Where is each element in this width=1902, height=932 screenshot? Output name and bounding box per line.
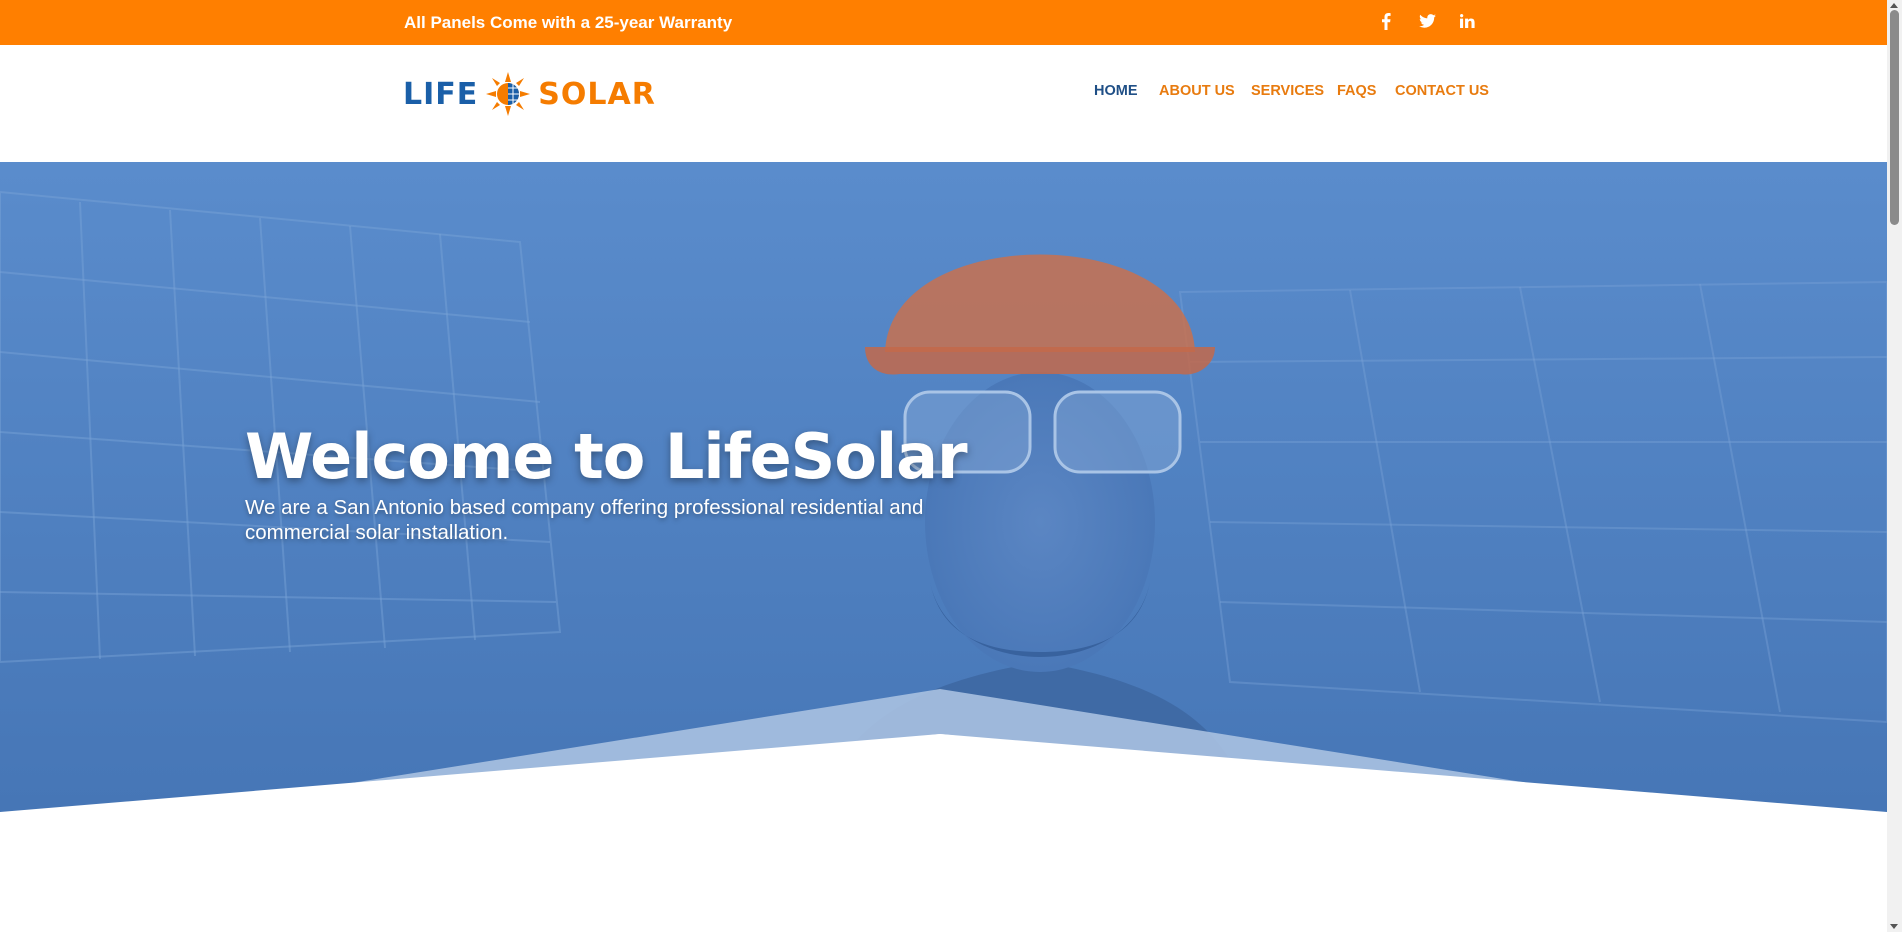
nav-about-us[interactable]: ABOUT US: [1159, 83, 1235, 99]
nav-contact-us[interactable]: CONTACT US: [1395, 83, 1489, 99]
site-header: LIFE SOLAR HOME ABOUT US SERVICES FAQS C…: [0, 45, 1887, 162]
facebook-icon[interactable]: [1375, 10, 1397, 32]
logo-word-solar: SOLAR: [538, 76, 656, 112]
nav-services[interactable]: SERVICES: [1251, 83, 1324, 99]
page-scrollbar[interactable]: [1887, 0, 1902, 932]
nav-home[interactable]: HOME: [1094, 83, 1138, 99]
scrollbar-thumb[interactable]: [1890, 10, 1899, 225]
warranty-promo-text: All Panels Come with a 25-year Warranty: [404, 13, 733, 32]
hero-title: Welcome to LifeSolar: [245, 420, 968, 493]
sun-panel-icon: [486, 72, 531, 116]
lifesolar-logo[interactable]: LIFE SOLAR: [403, 71, 661, 117]
hero-section: Welcome to LifeSolar We are a San Antoni…: [0, 162, 1887, 812]
scroll-up-arrow-icon[interactable]: [1890, 3, 1898, 8]
hero-subtitle: We are a San Antonio based company offer…: [245, 496, 924, 544]
linkedin-icon[interactable]: [1456, 10, 1478, 32]
scroll-down-arrow-icon[interactable]: [1890, 924, 1898, 929]
twitter-icon[interactable]: [1416, 10, 1438, 32]
logo-word-life: LIFE: [403, 76, 479, 112]
top-bar: All Panels Come with a 25-year Warranty: [0, 0, 1887, 45]
nav-faqs[interactable]: FAQS: [1337, 83, 1376, 99]
